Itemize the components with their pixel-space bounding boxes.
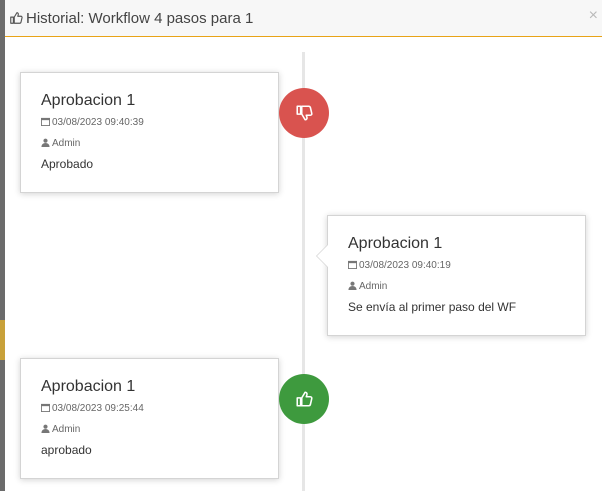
entry-title: Aprobacion 1 (41, 378, 136, 395)
entry-user: Admin (41, 424, 80, 435)
entry-user-value: Admin (359, 281, 388, 292)
entry-user: Admin (348, 281, 387, 292)
thumbs-down-icon (296, 105, 313, 121)
history-modal: Historial: Workflow 4 pasos para 1 × Apr… (5, 0, 602, 491)
modal-header: Historial: Workflow 4 pasos para 1 × (5, 0, 602, 37)
entry-date-value: 03/08/2023 09:40:39 (52, 117, 144, 128)
timeline-entry: Aprobacion 1 03/08/2023 09:25:44 Admin a… (20, 358, 279, 479)
entry-date: 03/08/2023 09:40:39 (41, 117, 144, 128)
user-icon (41, 138, 50, 147)
modal-title: Historial: Workflow 4 pasos para 1 (26, 10, 254, 27)
entry-pointer (316, 244, 328, 268)
entry-date: 03/08/2023 09:40:19 (348, 260, 451, 271)
entry-date: 03/08/2023 09:25:44 (41, 403, 144, 414)
close-button[interactable]: × (589, 8, 598, 24)
entry-comment: aprobado (41, 443, 92, 457)
calendar-icon (41, 117, 50, 126)
entry-user-value: Admin (52, 424, 81, 435)
calendar-icon (348, 260, 357, 269)
thumbs-up-icon (296, 391, 313, 407)
entry-date-value: 03/08/2023 09:25:44 (52, 403, 144, 414)
entry-comment: Se envía al primer paso del WF (348, 300, 517, 314)
timeline-entry: Aprobacion 1 03/08/2023 09:40:39 Admin A… (20, 72, 279, 193)
entry-date-value: 03/08/2023 09:40:19 (359, 260, 451, 271)
user-icon (348, 281, 357, 290)
entry-title: Aprobacion 1 (41, 92, 136, 109)
approved-badge (279, 374, 329, 424)
rejected-badge (279, 88, 329, 138)
user-icon (41, 424, 50, 433)
calendar-icon (41, 403, 50, 412)
entry-comment: Aprobado (41, 157, 94, 171)
entry-user-value: Admin (52, 138, 81, 149)
entry-title: Aprobacion 1 (348, 235, 443, 252)
timeline-entry: Aprobacion 1 03/08/2023 09:40:19 Admin S… (316, 215, 586, 336)
thumbs-up-icon (10, 12, 23, 24)
entry-user: Admin (41, 138, 80, 149)
